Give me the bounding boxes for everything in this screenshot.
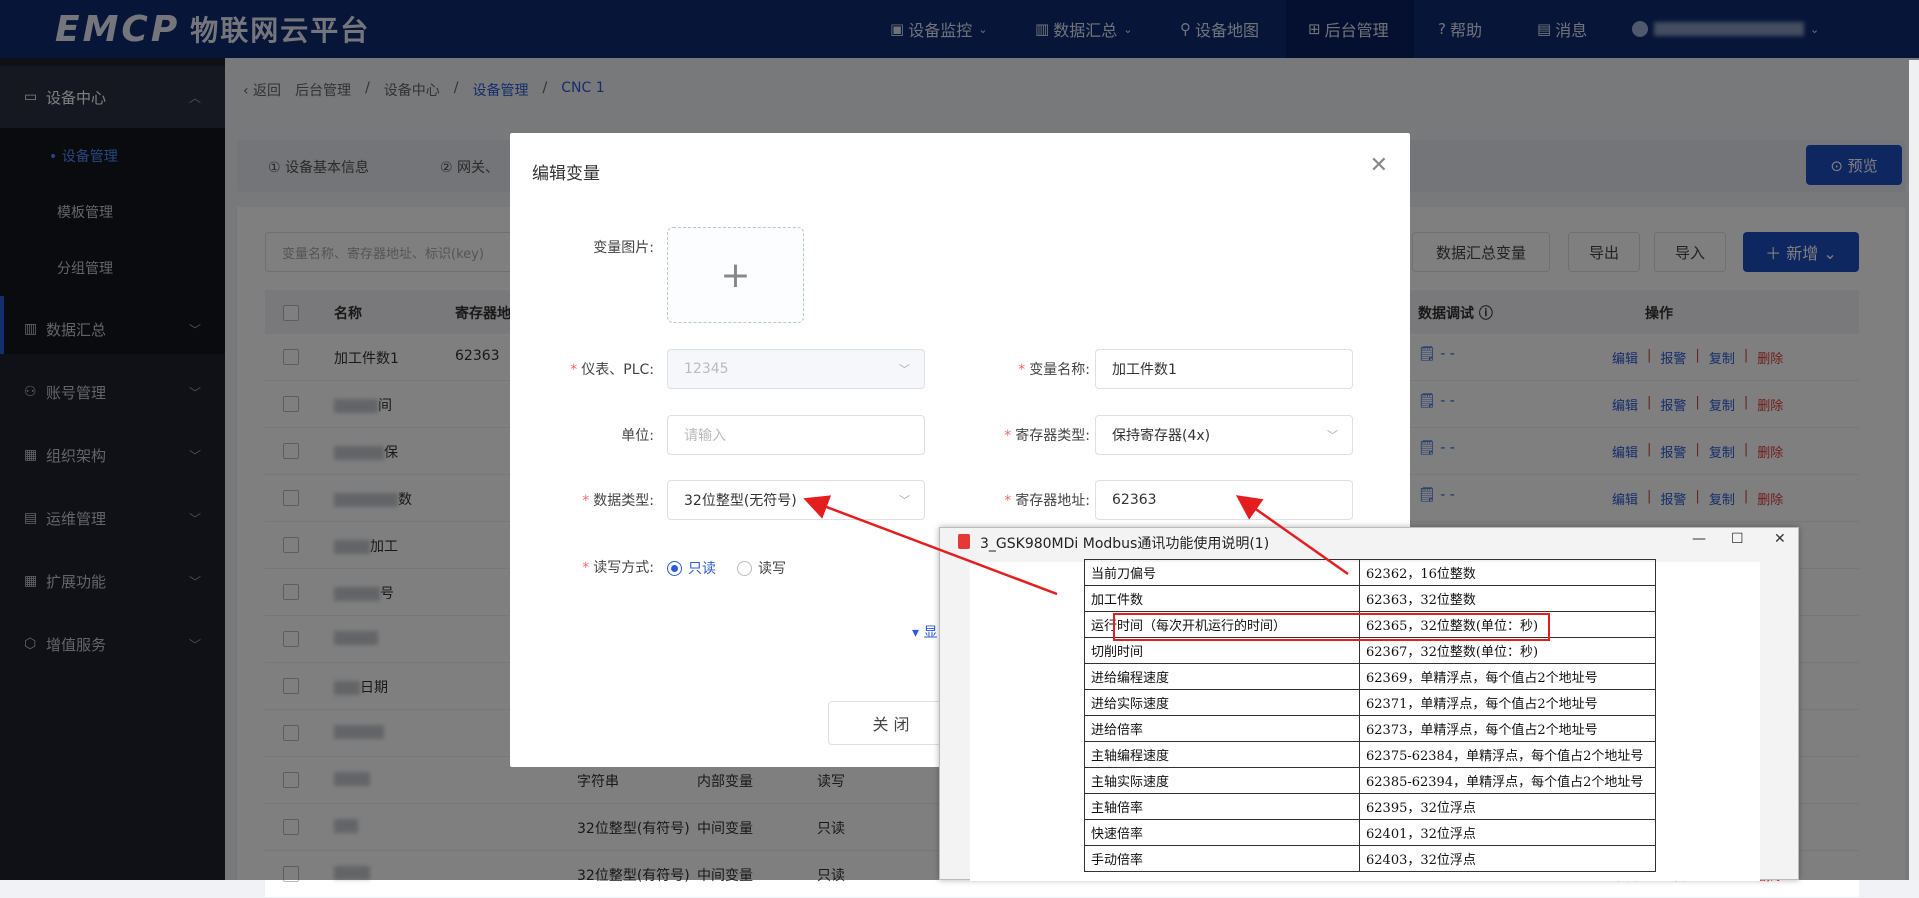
arrow-to-regaddr xyxy=(1235,495,1349,576)
arrow-to-datatype xyxy=(803,495,1058,596)
annotation-arrows xyxy=(803,495,1349,596)
page-scrollbar[interactable] xyxy=(1909,60,1919,880)
